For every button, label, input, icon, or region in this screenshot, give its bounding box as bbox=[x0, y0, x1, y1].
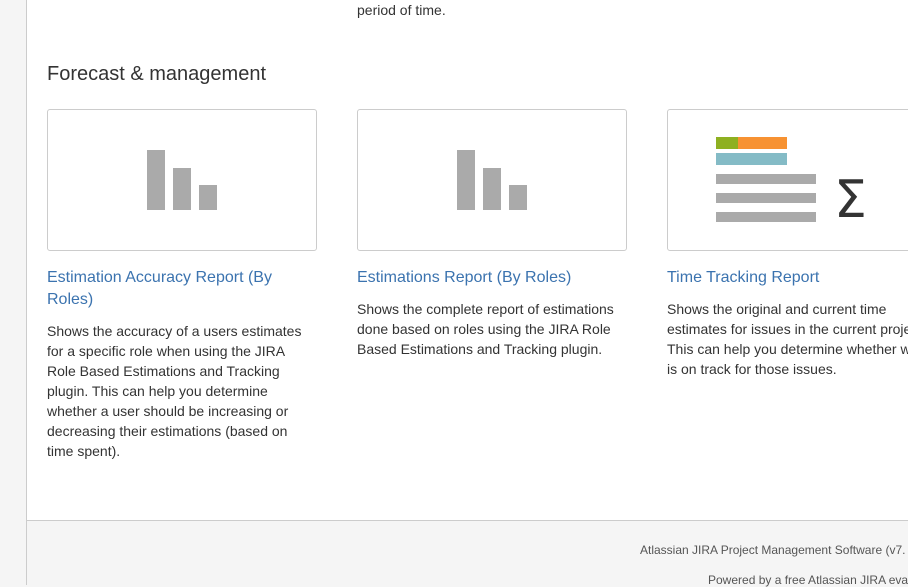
report-card-estimation-accuracy: Estimation Accuracy Report (By Roles) Sh… bbox=[47, 109, 317, 461]
report-description: Shows the complete report of estimations… bbox=[357, 301, 614, 357]
report-card-time-tracking: Σ Time Tracking Report Shows the origina… bbox=[667, 109, 908, 379]
report-description: Shows the original and current time esti… bbox=[667, 301, 908, 377]
report-thumbnail[interactable]: Σ bbox=[667, 109, 908, 251]
previous-report-description: period of time. bbox=[357, 2, 446, 18]
report-thumbnail[interactable] bbox=[47, 109, 317, 251]
report-card-estimations: Estimations Report (By Roles) Shows the … bbox=[357, 109, 627, 359]
report-link-estimations[interactable]: Estimations Report (By Roles) bbox=[357, 267, 627, 289]
report-link-estimation-accuracy[interactable]: Estimation Accuracy Report (By Roles) bbox=[47, 267, 317, 311]
section-title: Forecast & management bbox=[47, 63, 266, 85]
report-link-time-tracking[interactable]: Time Tracking Report bbox=[667, 267, 908, 289]
report-description: Shows the accuracy of a users estimates … bbox=[47, 323, 302, 459]
footer-product-version: Atlassian JIRA Project Management Softwa… bbox=[640, 543, 906, 557]
report-thumbnail[interactable] bbox=[357, 109, 627, 251]
left-sidebar-rail bbox=[0, 0, 27, 585]
